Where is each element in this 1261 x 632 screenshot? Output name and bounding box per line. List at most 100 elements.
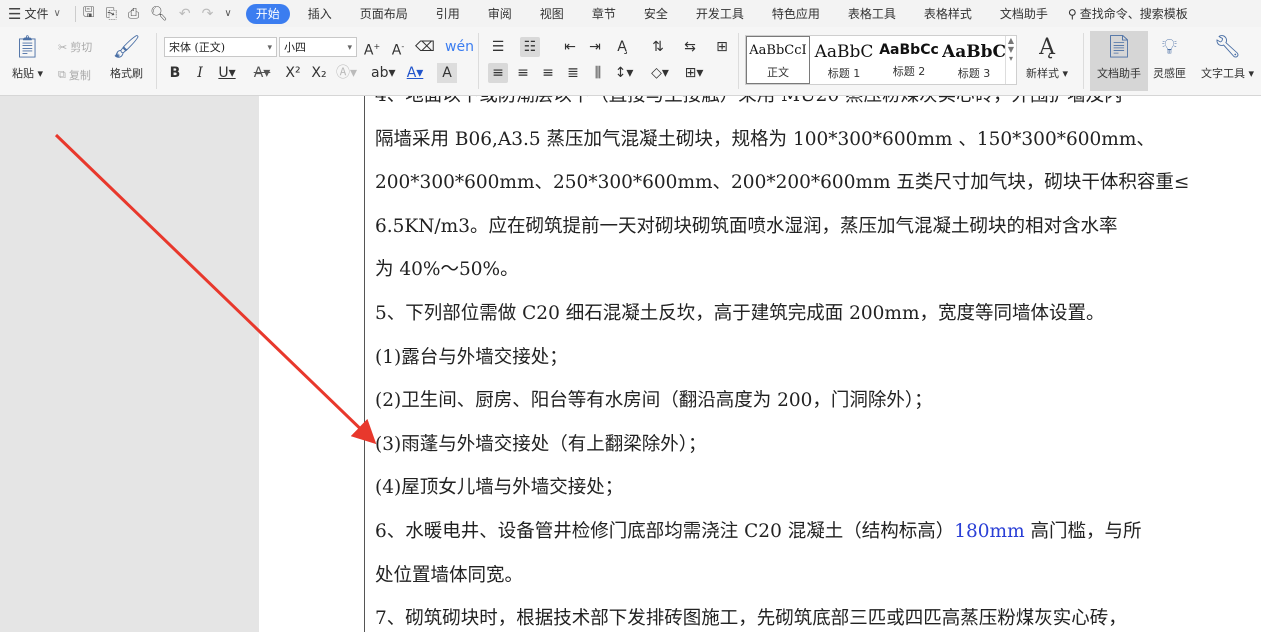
file-menu-button[interactable]: ☰ 文件 ∨ xyxy=(8,5,61,23)
justify-icon[interactable]: ≣ xyxy=(563,63,583,83)
increase-indent-icon[interactable]: ⇥ xyxy=(585,37,605,57)
style-heading-2[interactable]: AaBbCc 标题 2 xyxy=(877,36,941,84)
paragraph-line[interactable]: (2)卫生间、厨房、阳台等有水房间（翻沿高度为 200，门洞除外）； xyxy=(375,379,1261,423)
paragraph-line[interactable]: (4)屋顶女儿墙与外墙交接处； xyxy=(375,466,1261,510)
search-icon: ⚲ xyxy=(1067,6,1077,21)
customize-toolbar-icon[interactable]: ∨ xyxy=(224,8,231,19)
command-search[interactable]: ⚲ 查找命令、搜索模板 xyxy=(1068,5,1188,22)
style-normal[interactable]: AaBbCcI 正文 xyxy=(746,36,810,84)
paintbrush-icon: 🖌︎ xyxy=(112,35,141,60)
copy-label: 复制 xyxy=(68,69,91,82)
distributed-align-icon[interactable]: ⫼ xyxy=(588,63,608,83)
tab-references[interactable]: 引用 xyxy=(426,4,470,24)
paragraph-line[interactable]: 隔墙采用 B06,A3.5 蒸压加气混凝土砌块，规格为 100*300*600m… xyxy=(375,118,1261,162)
redo-icon[interactable]: ↷ xyxy=(202,6,214,22)
paragraph-line[interactable]: 7、砌筑砌块时，根据技术部下发排砖图施工，先砌筑底部三匹或四匹高蒸压粉煤灰实心砖… xyxy=(375,597,1261,632)
file-menu-label: 文件 xyxy=(24,7,49,21)
chevron-down-icon: ▾ xyxy=(267,43,272,53)
text-effect-icon[interactable]: Ⓐ▾ xyxy=(336,63,357,83)
borders-icon[interactable]: ⊞▾ xyxy=(684,63,704,83)
scissors-icon: ✂ xyxy=(58,40,68,54)
paragraph-line[interactable]: 6、水暖电井、设备管井检修门底部均需浇注 C20 混凝土（结构标高）180mm … xyxy=(375,510,1261,554)
tab-security[interactable]: 安全 xyxy=(634,4,678,24)
paragraph-line[interactable]: 5、下列部位需做 C20 细石混凝土反坎，高于建筑完成面 200mm，宽度等同墙… xyxy=(375,292,1261,336)
tab-table-tools[interactable]: 表格工具 xyxy=(838,4,906,24)
align-right-icon[interactable]: ≡ xyxy=(538,63,558,83)
undo-icon[interactable]: ↶ xyxy=(179,6,191,22)
tab-chapter[interactable]: 章节 xyxy=(582,4,626,24)
style-heading-3[interactable]: AaBbC 标题 3 xyxy=(942,36,1006,84)
line-text: 高门槛，与所 xyxy=(1024,520,1142,542)
paste-button[interactable]: 📋︎ 粘贴 ▾ xyxy=(12,35,43,81)
chevron-down-icon: ▾ xyxy=(347,43,352,53)
align-left-icon[interactable]: ≡ xyxy=(488,63,508,83)
tab-home[interactable]: 开始 xyxy=(245,3,290,24)
export-pdf-icon[interactable]: ⎘ xyxy=(106,6,117,22)
highlight-color-icon[interactable]: ab▾ xyxy=(371,63,396,83)
copy-icon: ⧉ xyxy=(58,68,66,81)
shading-icon[interactable]: ◇▾ xyxy=(650,63,670,83)
line-text: 6、水暖电井、设备管井检修门底部均需浇注 C20 混凝土（结构标高） xyxy=(375,520,955,542)
ribbon-toolbar: 📋︎ 粘贴 ▾ ✂ 剪切 ⧉ 复制 🖌︎ 格式刷 宋体 (正文) ▾ 小四 ▾ … xyxy=(0,27,1261,96)
tab-featured-apps[interactable]: 特色应用 xyxy=(762,4,830,24)
font-name-select[interactable]: 宋体 (正文) ▾ xyxy=(164,37,277,57)
tab-page-layout[interactable]: 页面布局 xyxy=(350,4,418,24)
document-body[interactable]: 4、地面以下或防潮层以下（直接与土接触）采用 MU20 蒸压粉煤灰实心砖，外围护… xyxy=(375,96,1261,632)
style-sample: AaBbC xyxy=(942,42,1006,62)
format-painter-button[interactable]: 🖌︎ 格式刷 xyxy=(110,35,143,81)
shrink-font-icon[interactable]: A- xyxy=(388,37,408,59)
paragraph-line[interactable]: 200*300*600mm、250*300*600mm、200*200*600m… xyxy=(375,161,1261,205)
decrease-indent-icon[interactable]: ⇤ xyxy=(560,37,580,57)
tab-insert[interactable]: 插入 xyxy=(298,4,342,24)
tab-table-style[interactable]: 表格样式 xyxy=(914,4,982,24)
format-painter-label: 格式刷 xyxy=(110,67,143,80)
underline-icon[interactable]: U▾ xyxy=(217,63,237,83)
bullet-list-icon[interactable]: ☰ xyxy=(488,37,508,57)
menu-bar: ☰ 文件 ∨ 🖫 ⎘ ⎙ 🔍︎ ↶ ↷ ∨ 开始 插入 页面布局 引用 审阅 视… xyxy=(0,0,1261,27)
bold-icon[interactable]: B xyxy=(165,63,185,83)
copy-button[interactable]: ⧉ 复制 xyxy=(58,67,91,83)
chinese-layout-icon[interactable]: A̧ xyxy=(612,37,632,57)
inspiration-button[interactable]: 💡︎ 灵感匣 xyxy=(1153,35,1186,81)
paragraph-line[interactable]: (1)露台与外墙交接处； xyxy=(375,336,1261,380)
align-center-icon[interactable]: ≡ xyxy=(513,63,533,83)
italic-icon[interactable]: I xyxy=(190,63,210,83)
paragraph-line[interactable]: 6.5KN/m3。应在砌筑提前一天对砌块砌筑面喷水湿润，蒸压加气混凝土砌块的相对… xyxy=(375,205,1261,249)
tab-review[interactable]: 审阅 xyxy=(478,4,522,24)
hamburger-icon: ☰ xyxy=(8,4,22,23)
grow-font-icon[interactable]: A+ xyxy=(362,37,382,59)
strikethrough-icon[interactable]: A▾ xyxy=(252,63,272,83)
superscript-icon[interactable]: X² xyxy=(283,63,303,83)
cut-button[interactable]: ✂ 剪切 xyxy=(58,39,92,55)
clear-format-icon[interactable]: ⌫ xyxy=(415,37,435,57)
highlighted-value: 180mm xyxy=(954,520,1025,542)
paragraph-line[interactable]: 处位置墙体同宽。 xyxy=(375,554,1261,598)
doc-assistant-button[interactable]: 📄︎ 文档助手 xyxy=(1090,31,1148,91)
clipboard-icon: 📋︎ xyxy=(13,35,42,60)
character-shading-icon[interactable]: A xyxy=(437,63,457,83)
style-gallery-scroll[interactable]: ▲ ▼ ▾ xyxy=(1005,36,1016,84)
font-size-select[interactable]: 小四 ▾ xyxy=(279,37,357,57)
tab-doc-assistant[interactable]: 文档助手 xyxy=(990,4,1058,24)
numbered-list-icon[interactable]: ☷ xyxy=(520,37,540,57)
subscript-icon[interactable]: X₂ xyxy=(309,63,329,83)
font-color-icon[interactable]: A▾ xyxy=(405,63,425,83)
tab-developer[interactable]: 开发工具 xyxy=(686,4,754,24)
paragraph-line[interactable]: 为 40%～50%。 xyxy=(375,248,1261,292)
print-preview-icon[interactable]: 🔍︎ xyxy=(150,6,168,22)
text-tools-button[interactable]: 🔧︎ 文字工具 ▾ xyxy=(1201,35,1254,81)
print-icon[interactable]: ⎙ xyxy=(128,6,139,22)
style-sample: AaBbCcI xyxy=(749,43,807,58)
phonetic-guide-icon[interactable]: wén xyxy=(445,37,474,57)
save-icon[interactable]: 🖫 xyxy=(83,2,95,26)
sort-icon[interactable]: ⇅ xyxy=(648,37,668,57)
table-borders-icon[interactable]: ⊞ xyxy=(712,37,732,57)
show-hide-marks-icon[interactable]: ⇆ xyxy=(680,37,700,57)
style-heading-1[interactable]: AaBbC 标题 1 xyxy=(812,36,876,84)
inspiration-label: 灵感匣 xyxy=(1153,67,1186,80)
paragraph-line-target[interactable]: (3)雨蓬与外墙交接处（有上翻梁除外）； xyxy=(375,423,1261,467)
new-style-button[interactable]: Ą 新样式 ▾ xyxy=(1026,35,1068,81)
paragraph-line[interactable]: 4、地面以下或防潮层以下（直接与土接触）采用 MU20 蒸压粉煤灰实心砖，外围护… xyxy=(375,96,1261,118)
tab-view[interactable]: 视图 xyxy=(530,4,574,24)
line-spacing-icon[interactable]: ↕▾ xyxy=(614,63,634,83)
